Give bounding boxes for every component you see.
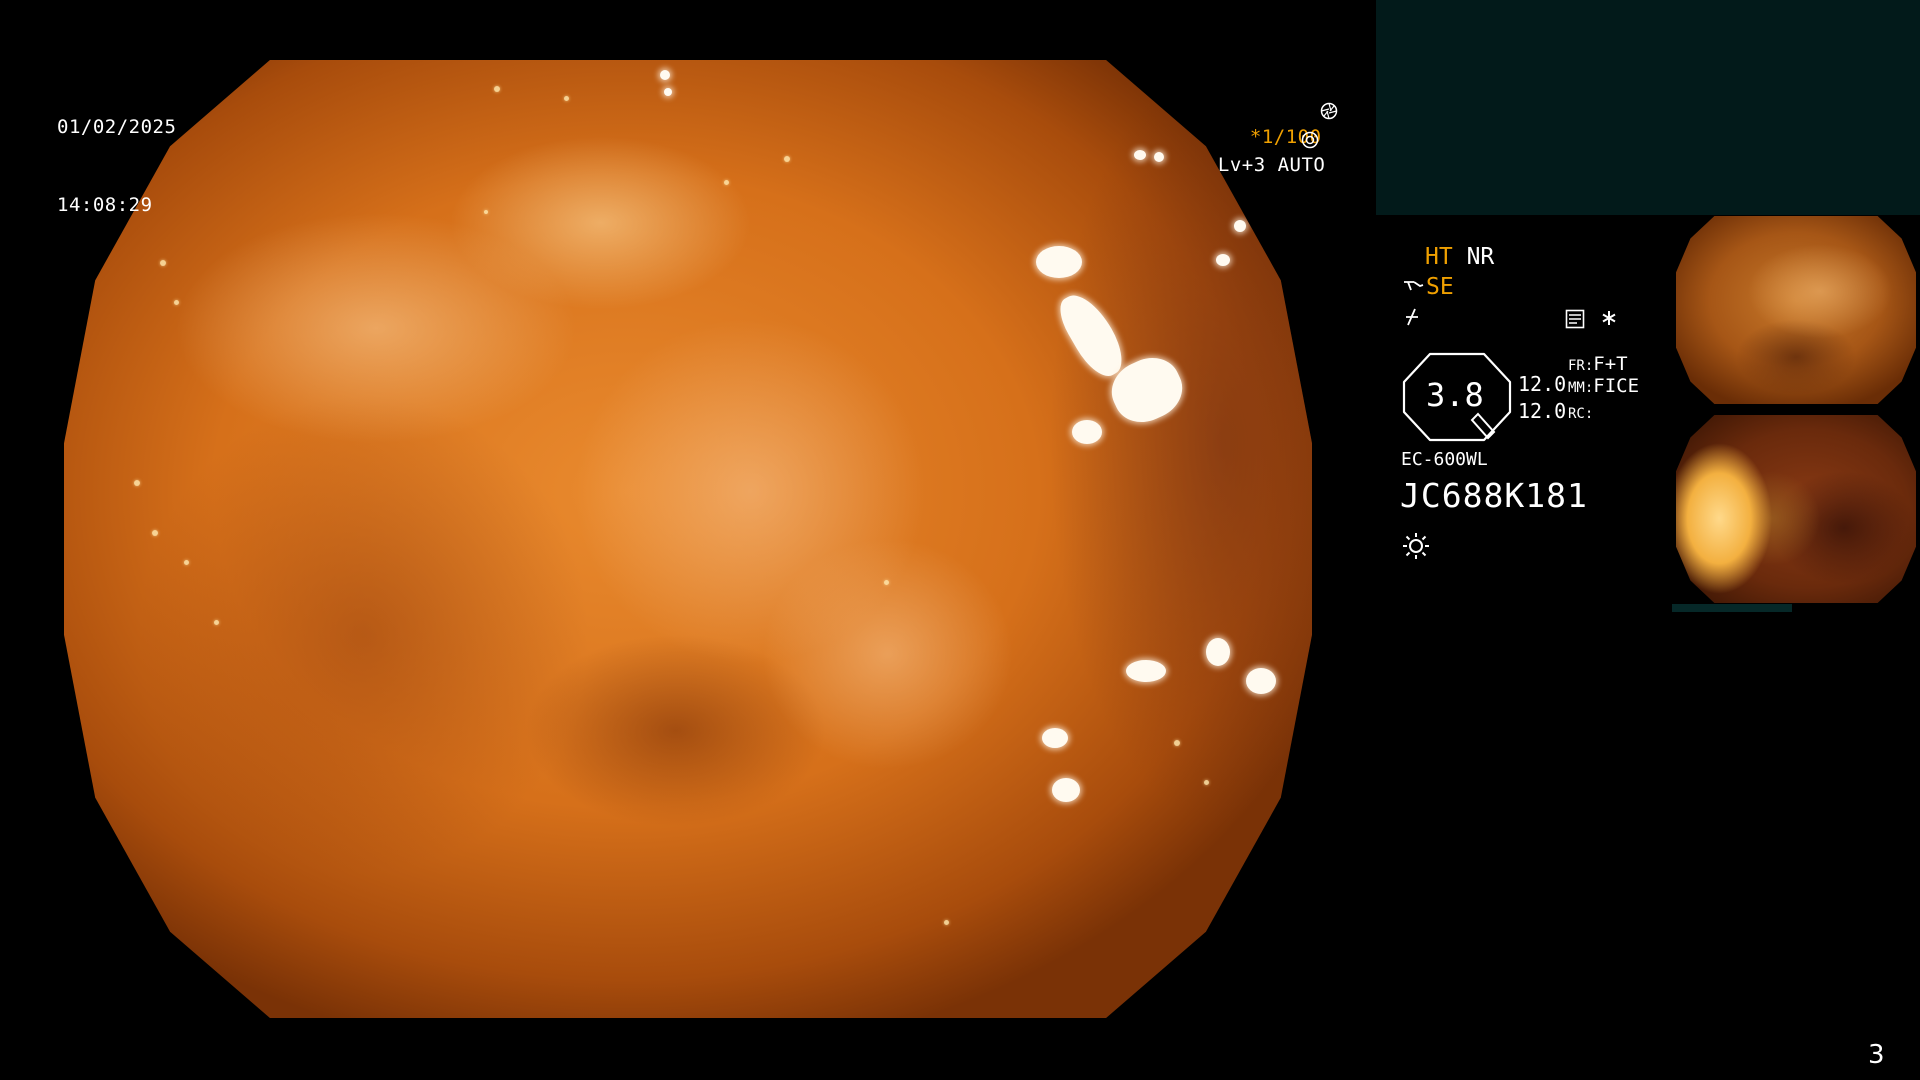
- bubble: [214, 620, 219, 625]
- memo-icon: [1565, 309, 1585, 329]
- level-text: Lv+3: [1217, 154, 1266, 176]
- bubble: [1174, 740, 1180, 746]
- specular-highlight: [1052, 286, 1132, 384]
- ht-nr-row: HT NR: [1425, 243, 1494, 271]
- preview-panel: [1376, 0, 1920, 215]
- specular-highlight: [1216, 254, 1230, 266]
- specular-highlight: [1206, 638, 1230, 666]
- page-number: 3: [1868, 1040, 1885, 1070]
- mm-value: FICE: [1593, 375, 1640, 397]
- bubble: [174, 300, 179, 305]
- specular-highlight: [1052, 778, 1080, 802]
- se-label: SE: [1426, 274, 1454, 300]
- ht-label: HT: [1425, 244, 1453, 270]
- bubble: [160, 260, 166, 266]
- bubble: [184, 560, 189, 565]
- specular-highlight: [1246, 668, 1276, 694]
- function-icon: [1402, 306, 1424, 328]
- iris-icon: [1301, 131, 1319, 149]
- fr-value: F+T: [1593, 353, 1628, 375]
- mm-row: MM:FICE: [1568, 374, 1639, 400]
- specular-highlight: [1036, 246, 1082, 278]
- scope-model: EC-600WL: [1401, 449, 1488, 470]
- bubble: [134, 480, 140, 486]
- specular-highlight: [1134, 150, 1146, 160]
- date-text: 01/02/2025: [57, 116, 177, 138]
- bubble: [564, 96, 569, 101]
- fr-label: FR:: [1568, 358, 1594, 374]
- mm-label: MM:: [1568, 380, 1594, 396]
- time-text: 14:08:29: [57, 194, 153, 216]
- thumbnail-image: [1676, 415, 1916, 603]
- zoom-value: 3.8: [1426, 376, 1484, 414]
- bubble: [944, 920, 949, 925]
- bubble: [784, 156, 790, 162]
- thumbnail-bar: [1672, 604, 1792, 612]
- mode-text: AUTO: [1277, 154, 1326, 176]
- bubble: [884, 580, 889, 585]
- edge-enhance-icon: [1402, 276, 1424, 296]
- bubble: [152, 530, 158, 536]
- asterisk-icon: [1599, 308, 1619, 328]
- value-top: 12.0: [1518, 372, 1567, 396]
- bubble: [494, 86, 500, 92]
- datetime-block: 01/02/2025 14:08:29: [57, 62, 176, 244]
- rc-row: RC:: [1568, 400, 1593, 426]
- specular-highlight: [1072, 420, 1102, 444]
- serial-number: JC688K181: [1400, 476, 1588, 515]
- nr-label: NR: [1466, 244, 1495, 270]
- light-sun-icon: [1402, 532, 1430, 560]
- specular-highlight: [660, 70, 670, 80]
- specular-highlight: [1234, 220, 1246, 232]
- value-bottom: 12.0: [1518, 399, 1567, 423]
- bubble: [1204, 780, 1209, 785]
- thumbnail-image: [1676, 216, 1916, 404]
- specular-highlight: [1042, 728, 1068, 748]
- thumbnail-1[interactable]: [1672, 216, 1920, 406]
- specular-highlight: [1154, 152, 1164, 162]
- bubble: [724, 180, 729, 185]
- aperture-icon: [1320, 102, 1338, 120]
- endoscopic-view: [64, 60, 1312, 1018]
- thumbnail-2[interactable]: [1672, 415, 1920, 605]
- zoom-badge: 3.8: [1402, 352, 1512, 442]
- specular-highlight: [1126, 660, 1166, 682]
- specular-highlight: [664, 88, 672, 96]
- bubble: [484, 210, 488, 214]
- rc-label: RC:: [1568, 406, 1594, 422]
